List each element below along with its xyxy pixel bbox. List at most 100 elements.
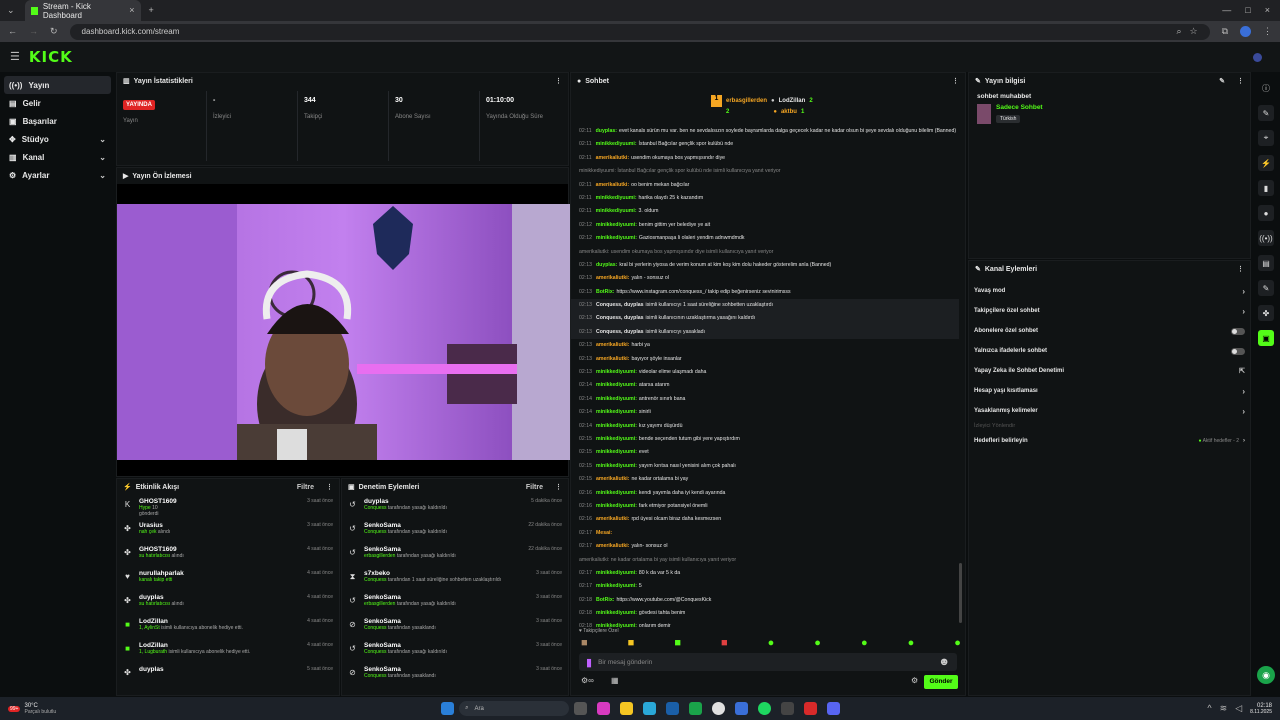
calendar-icon[interactable]: ▦ — [611, 676, 619, 685]
tools-icon[interactable]: ✎ — [1258, 280, 1274, 296]
message-username[interactable]: minikkediyuumi: — [596, 208, 637, 214]
message-username[interactable]: BotRix: — [596, 289, 614, 295]
activity-row[interactable]: ✤ Urasius nah çek alındı 3 saat önce — [117, 519, 339, 543]
activity-row[interactable]: ✤ duyplas 5 saat önce — [117, 663, 339, 687]
message-icon[interactable]: ● — [1258, 205, 1274, 221]
whatsapp-icon[interactable] — [689, 702, 703, 715]
activity-row[interactable]: ■ LodZillan 1, AylinSt isimli kullanıcıya … — [117, 615, 339, 639]
task-view-icon[interactable] — [574, 702, 588, 715]
stream-video-preview[interactable] — [117, 204, 570, 460]
channel-action-row[interactable]: Takipçilere özel sohbet › — [969, 301, 1250, 321]
message-username[interactable]: minikkediyuumi: — [596, 490, 637, 496]
moderation-row[interactable]: ↺ SenkoSama erbasgillerden tarafından yasa… — [342, 543, 568, 567]
message-username[interactable]: minikkediyuumi: — [596, 503, 637, 509]
user-avatar[interactable] — [1253, 52, 1262, 62]
channel-action-row[interactable]: Yapay Zeka ile Sohbet Denetimi ⇱ — [969, 361, 1250, 381]
chat-message[interactable]: 02:13 Conquess, duyplas isimli kullanıcını… — [571, 312, 959, 326]
external-link-icon[interactable]: ⇱ — [1239, 367, 1245, 375]
emote-icon[interactable]: ■ — [628, 637, 635, 649]
chat-message[interactable]: 02:18 BotRix: https://www.youtube.com/@Con… — [571, 594, 959, 607]
app-icon[interactable] — [781, 702, 795, 715]
hamburger-menu-icon[interactable]: ☰ — [10, 51, 20, 63]
copilot-icon[interactable] — [597, 702, 611, 715]
edit-stream-icon[interactable]: ✎ — [1258, 105, 1274, 121]
top-gifter-name[interactable]: LodZillan — [779, 98, 806, 104]
chat-message[interactable]: 02:15 minikkediyuumi: yayım kırıtsa nasıl … — [571, 460, 959, 473]
message-username[interactable]: amerikaliutki: — [596, 275, 629, 281]
chat-message[interactable]: 02:12 minikkediyuumi: benim gittim yer bel… — [571, 219, 959, 232]
chat-message[interactable]: 02:18 minikkediyuumi: onlarım demir — [571, 620, 959, 633]
kick-app-icon[interactable]: ▣ — [1258, 330, 1274, 346]
tab-list-icon[interactable]: ⌄ — [7, 6, 15, 15]
weather-widget[interactable]: 99+ 30°C Parçalı bulutlu — [8, 703, 56, 715]
channel-action-row[interactable]: Yavaş mod › — [969, 281, 1250, 301]
browser-menu-icon[interactable]: ⋮ — [1263, 27, 1272, 36]
more-options-icon[interactable]: ⋮ — [1237, 265, 1244, 273]
chat-message[interactable]: 02:17 minikkediyuumi: 5 — [571, 580, 959, 593]
activity-row[interactable]: K GHOST1609 Hype 10 gönderdi 3 saat önce — [117, 495, 339, 519]
chat-message[interactable]: 02:15 amerikaliutki: ne kadar ortalama bi … — [571, 473, 959, 486]
spotify-icon[interactable] — [758, 702, 772, 715]
filter-button[interactable]: Filtre — [297, 484, 314, 491]
message-username[interactable]: Conquess, duyplas — [596, 302, 644, 308]
message-username[interactable]: minikkediyuumi: — [596, 463, 637, 469]
top-gifter-name[interactable]: aktbu — [781, 109, 797, 115]
chat-input[interactable]: ▮ Bir mesaj gönderin ☻ — [579, 653, 957, 671]
new-tab-icon[interactable]: + — [149, 6, 154, 15]
chat-message[interactable]: 02:11 amerikaliutki: usendim okumaya bos y… — [571, 152, 959, 165]
moderation-row[interactable]: ↺ SenkoSama Conquess tarafından yasağı kal… — [342, 519, 568, 543]
message-username[interactable]: minikkediyuumi: — [596, 396, 637, 402]
message-username[interactable]: amerikaliutki: — [596, 182, 629, 188]
message-username[interactable]: amerikaliutki: — [596, 543, 629, 549]
filter-button[interactable]: Filtre — [526, 484, 543, 491]
emote-icon[interactable]: ● — [768, 637, 775, 649]
bookmark-star-icon[interactable]: ☆ — [1189, 27, 1197, 36]
sidebar-item-revenue[interactable]: ▤ Gelir — [4, 94, 111, 112]
message-username[interactable]: minikkediyuumi: — [596, 449, 637, 455]
chat-message[interactable]: 02:17 amerikaliutki: yalın- sonsuz ol — [571, 540, 959, 553]
chat-settings-icon[interactable]: ⚙ — [911, 676, 918, 685]
sidebar-item-stream[interactable]: ((•)) Yayın — [4, 76, 111, 94]
moderation-row[interactable]: ↺ SenkoSama erbasgillerden tarafından yasa… — [342, 591, 568, 615]
chat-message[interactable]: 02:14 minikkediyuumi: sinirli — [571, 406, 959, 419]
more-options-icon[interactable]: ⋮ — [555, 483, 562, 491]
message-username[interactable]: duyplas: — [596, 128, 617, 134]
more-options-icon[interactable]: ⋮ — [952, 77, 959, 85]
chat-scrollbar[interactable] — [959, 563, 962, 623]
moderation-row[interactable]: ↺ duyplas Conquess tarafından yasağı kaldı… — [342, 495, 568, 519]
more-options-icon[interactable]: ⋮ — [326, 483, 333, 491]
clock-date[interactable]: 8.11.2025 — [1250, 709, 1272, 715]
minimize-icon[interactable]: — — [1222, 6, 1231, 15]
message-username[interactable]: amerikaliutki: — [596, 342, 629, 348]
message-username[interactable]: minikkediyuumi: — [596, 195, 637, 201]
edit-icon[interactable]: ✎ — [1219, 77, 1225, 85]
activity-row[interactable]: ■ LodZillan 1, Lugburath isimli kullanıcıy… — [117, 639, 339, 663]
chat-message[interactable]: 02:14 minikkediyuumi: atarsa atarım — [571, 379, 959, 392]
wifi-icon[interactable]: ≋ — [1220, 704, 1228, 713]
chat-message[interactable]: 02:18 minikkediyuumi: gövdesi tahta benim — [571, 607, 959, 620]
broadcast-icon[interactable]: ((•)) — [1258, 230, 1274, 246]
channel-action-row[interactable]: Yasaklanmış kelimeler › — [969, 401, 1250, 421]
chat-message[interactable]: 02:13 Conquess, duyplas isimli kullanıcıyı… — [571, 299, 959, 313]
taskbar-search[interactable]: ⌕ Ara — [459, 701, 570, 716]
chat-message[interactable]: 02:11 duyplas: evet kanals sürün mu var. b… — [571, 125, 959, 138]
category-link[interactable]: Sadece Sohbet — [996, 104, 1043, 111]
toggle-switch[interactable] — [1231, 347, 1245, 355]
chat-message[interactable]: 02:13 amerikaliutki: bayıyor şöyle insanla… — [571, 353, 959, 366]
close-tab-icon[interactable]: × — [129, 6, 134, 15]
tray-chevron-icon[interactable]: ^ — [1207, 704, 1211, 713]
activity-row[interactable]: ✤ GHOST1609 su hatırlatıcısı alındı 4 saat … — [117, 543, 339, 567]
edge-icon[interactable] — [643, 702, 657, 715]
back-icon[interactable]: ← — [8, 27, 17, 36]
moderation-row[interactable]: ⊘ SenkoSama Conquess tarafından yasaklandı… — [342, 615, 568, 639]
chat-message[interactable]: 02:11 minikkediyuumi: harika olaydı 25 k k… — [571, 192, 959, 205]
kick-logo[interactable]: KICK — [29, 48, 73, 66]
app-icon[interactable] — [804, 702, 818, 715]
chat-message[interactable]: 02:14 minikkediyuumi: kız yayımı düşürdü — [571, 420, 959, 433]
message-username[interactable]: minikkediyuumi: — [596, 369, 637, 375]
chrome-profile-icon[interactable] — [735, 702, 749, 715]
chat-message[interactable]: 02:17 Mesai: — [571, 527, 959, 540]
message-username[interactable]: minikkediyuumi: — [596, 141, 637, 147]
chat-message[interactable]: 02:12 minikkediyuumi: Gaziosmanpaşa li ola… — [571, 232, 959, 245]
chat-message[interactable]: 02:13 BotRix: https://www.instagram.com/co… — [571, 286, 959, 299]
